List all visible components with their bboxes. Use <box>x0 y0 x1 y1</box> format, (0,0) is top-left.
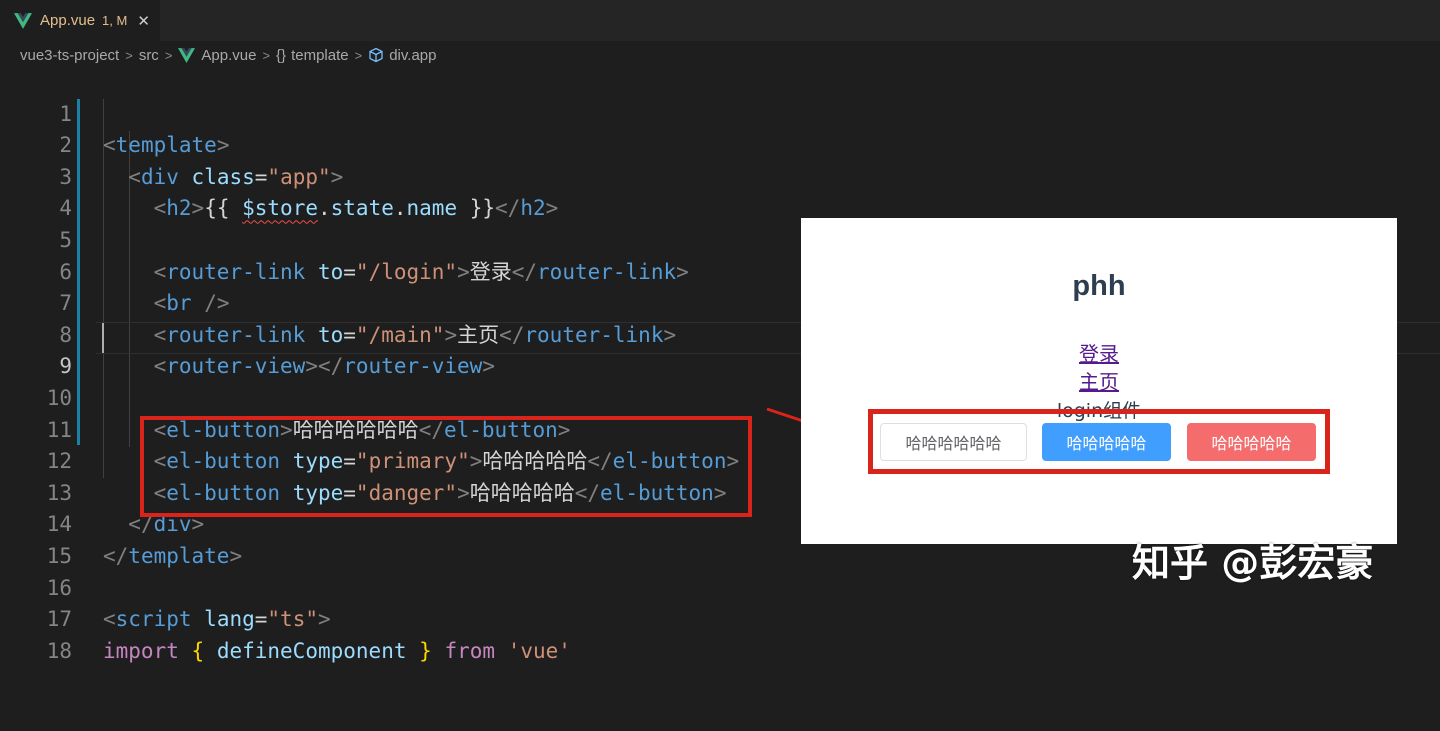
breadcrumb-item-template[interactable]: template <box>291 47 349 64</box>
browser-preview: phh 登录 主页 login组件 哈哈哈哈哈哈 哈哈哈哈哈 哈哈哈哈哈 <box>801 218 1397 544</box>
tab-filename: App.vue <box>40 12 96 29</box>
cube-icon <box>369 47 383 63</box>
breadcrumb-item-div-app[interactable]: div.app <box>389 47 436 64</box>
link-main-text[interactable]: 主页 <box>1079 370 1119 394</box>
preview-highlight-box <box>868 409 1330 474</box>
tab-status: 1, M <box>102 13 128 28</box>
close-icon[interactable]: ✕ <box>137 12 150 30</box>
breadcrumb-item-file[interactable]: App.vue <box>201 47 256 64</box>
code-line: 4 <box>0 162 1440 220</box>
code-line: 2 <div class="app"> <box>0 99 1440 189</box>
chevron-right-icon: > <box>262 47 271 63</box>
breadcrumb: vue3-ts-project > src > App.vue > {} tem… <box>20 42 436 68</box>
vue-logo-icon <box>14 12 32 29</box>
breadcrumb-item-src[interactable]: src <box>139 47 159 64</box>
chevron-right-icon: > <box>354 47 363 63</box>
code-line: 3 <h2>{{ $store.state.name }}</h2> <box>0 130 1440 221</box>
link-main: 主页 <box>801 366 1397 395</box>
tab-app-vue[interactable]: App.vue 1, M ✕ <box>0 0 160 41</box>
chevron-right-icon: > <box>164 47 173 63</box>
breadcrumb-item-project[interactable]: vue3-ts-project <box>20 47 119 64</box>
watermark: 知乎 @彭宏豪 <box>1132 541 1374 585</box>
editor-tab-bar: App.vue 1, M ✕ <box>0 0 1440 41</box>
line-number: 18 <box>46 638 72 663</box>
preview-title: phh <box>1072 270 1126 302</box>
vue-logo-icon <box>178 47 196 63</box>
code-highlight-box <box>140 416 752 517</box>
braces-icon: {} <box>276 46 287 64</box>
link-login: 登录 <box>801 338 1397 367</box>
code-line: 18 <box>0 604 1440 663</box>
link-login-text[interactable]: 登录 <box>1079 342 1119 366</box>
chevron-right-icon: > <box>125 47 133 63</box>
code-line: 1 <template> <box>0 67 1440 158</box>
